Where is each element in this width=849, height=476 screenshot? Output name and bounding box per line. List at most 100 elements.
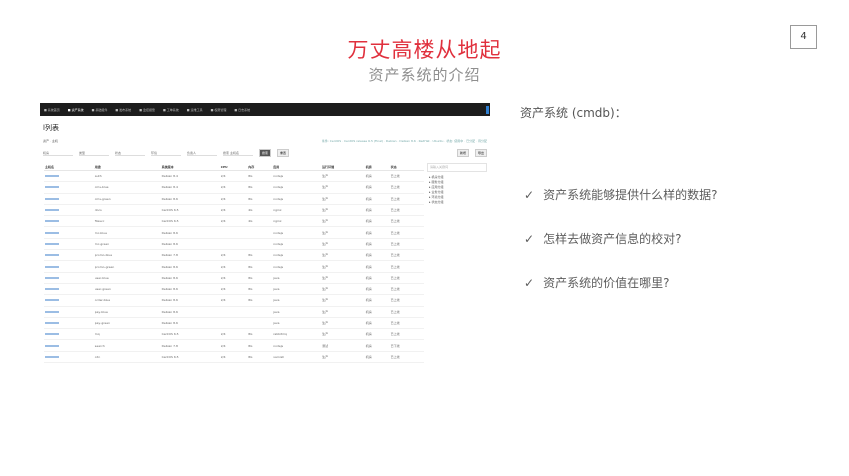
table-cell: user-green <box>93 283 161 296</box>
blurred-hostname <box>45 276 59 279</box>
table-cell: nodejs <box>272 238 322 251</box>
cmdb-breadcrumb: 资产 · 主机 <box>43 139 58 143</box>
host-name-cell <box>44 170 94 183</box>
table-row: user-green Debian 8.6 2/4 8G java 生产 机房 已上线 <box>44 283 424 296</box>
table-cell: 生产 <box>321 260 365 273</box>
table-cell: 2/4 <box>219 193 248 205</box>
table-cell <box>247 306 273 318</box>
table-cell: 机房 <box>364 170 390 183</box>
table-cell: CentOS 6.5 <box>160 215 220 228</box>
table-cell: Debian 8.6 <box>160 317 220 330</box>
account-marker <box>486 105 489 114</box>
table-cell: search <box>93 339 161 352</box>
page-subtitle: 资产系统的介绍 <box>368 66 481 84</box>
table-cell: java <box>272 306 322 318</box>
blurred-hostname <box>45 242 59 245</box>
table-row: pay-green Debian 8.6 java 生产 机房 已上线 <box>44 317 424 330</box>
question-text: 资产系统的价值在哪里? <box>543 276 670 290</box>
table-cell <box>247 238 273 251</box>
blurred-hostname <box>45 186 59 189</box>
nav-item: ■ 发布系统 <box>115 107 132 112</box>
table-cell: Debian 8.6 <box>160 238 220 251</box>
cmdb-select: 类型 <box>79 151 109 156</box>
table-cell: 8G <box>247 294 273 307</box>
table-cell: 8G <box>247 283 273 296</box>
table-cell: CentOS 6.5 <box>160 351 220 364</box>
table-cell: 生产 <box>321 181 365 194</box>
column-header: 主机名 <box>44 163 94 171</box>
table-cell: Debian 8.4 <box>160 170 220 183</box>
blurred-hostname <box>45 175 59 178</box>
table-cell: 8G <box>247 249 273 262</box>
host-name-cell <box>44 193 94 205</box>
table-cell: 8G <box>247 193 273 205</box>
table-cell: Debian 8.6 <box>160 306 220 318</box>
table-cell: 机房 <box>364 328 390 341</box>
table-cell: Debian 7.8 <box>160 339 220 352</box>
blurred-hostname <box>45 322 59 324</box>
cmdb-export-button: 导出 <box>474 149 487 157</box>
column-header: CPU <box>219 163 248 171</box>
table-cell: 生产 <box>321 204 365 217</box>
table-cell: 生产 <box>321 306 365 318</box>
table-cell <box>219 306 248 318</box>
host-name-cell <box>44 272 94 284</box>
nav-item: ■ 日志系统 <box>234 107 251 112</box>
table-row: mq CentOS 6.5 2/4 8G rabbitmq 生产 机房 已上线 <box>44 328 424 341</box>
table-cell: CentOS 6.5 <box>160 328 220 341</box>
question-item: ✓ 资产系统能够提供什么样的数据? <box>524 186 717 203</box>
table-row: cdn CentOS 6.5 2/4 8G varnish 生产 机房 已上线 <box>44 351 424 364</box>
host-name-cell <box>44 215 94 228</box>
table-cell: 2/4 <box>219 181 248 194</box>
table-cell: user-blue <box>93 272 161 284</box>
page-title: 万丈高楼从地起 <box>347 38 502 62</box>
column-header: 系统版本 <box>160 163 220 171</box>
table-cell: filesvc <box>93 215 161 228</box>
table-cell: 机房 <box>364 339 390 352</box>
table-cell: nodejs <box>272 226 322 239</box>
cmdb-filterline: 资产 · 主机 条件: CentOS · CentOS release 6.5 … <box>43 139 487 143</box>
blurred-hostname <box>45 231 59 234</box>
table-cell: 8G <box>247 260 273 273</box>
table-cell: 机房 <box>364 306 390 318</box>
table-cell: 机房 <box>364 317 390 330</box>
table-cell: 4G <box>247 204 273 217</box>
blurred-hostname <box>45 220 59 223</box>
nav-item: ■ 系统首页 <box>44 107 60 112</box>
table-cell: pay-green <box>93 317 161 330</box>
host-name-cell <box>44 260 94 273</box>
table-cell: 8G <box>247 328 273 341</box>
table-cell: 2/4 <box>219 339 248 352</box>
table-cell: 生产 <box>321 249 365 262</box>
table-cell <box>219 226 248 239</box>
column-header: 内存 <box>247 163 273 171</box>
table-cell: 已上线 <box>389 306 424 318</box>
table-row: cms-blue Debian 8.4 2/4 8G nodejs 生产 机房 已上线 <box>44 181 424 194</box>
table-cell: promo-green <box>93 260 161 273</box>
table-cell: 机房 <box>364 260 390 273</box>
table-cell: 机房 <box>364 272 390 284</box>
table-cell: 已上线 <box>389 272 424 284</box>
table-row: auth Debian 8.4 2/4 8G nodejs 生产 机房 已上线 <box>44 170 424 183</box>
table-row: filesvc CentOS 6.5 2/4 4G nginx 生产 机房 已上线 <box>44 215 424 228</box>
host-name-cell <box>44 306 94 318</box>
table-cell: cms-green <box>93 193 161 205</box>
cmdb-select: 状态 <box>115 151 145 156</box>
blurred-hostname <box>45 254 59 257</box>
table-cell: nodejs <box>272 260 322 273</box>
table-cell: 机房 <box>364 351 390 364</box>
nav-item: ■ 基础组件 <box>91 107 108 112</box>
table-cell: Debian 7.8 <box>160 249 220 262</box>
column-header: 用途 <box>93 163 161 171</box>
table-row: promo-green Debian 8.6 2/4 8G nodejs 生产 机房 已上线 <box>44 260 424 273</box>
table-cell <box>247 317 273 330</box>
cmdb-host-table: 主机名 用途 系统版本 CPU 内存 应用 运行环境 机房 状态 auth Debian 8.4 2… <box>44 163 424 364</box>
table-cell: 生产 <box>321 328 365 341</box>
table-cell <box>219 238 248 251</box>
table-cell: mc-green <box>93 238 161 251</box>
table-cell: nodejs <box>272 170 322 183</box>
table-cell: 8G <box>247 170 273 183</box>
table-cell: 2/4 <box>219 351 248 364</box>
table-cell: 已上线 <box>389 193 424 205</box>
cmdb-add-button: 新增 <box>456 149 469 157</box>
